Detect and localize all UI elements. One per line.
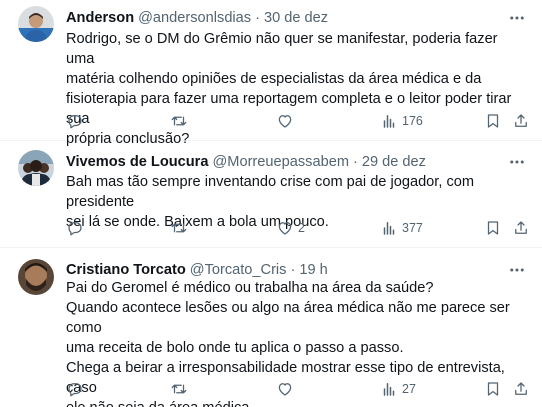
like-button[interactable]	[276, 379, 298, 399]
author-name[interactable]: Vivemos de Loucura	[66, 153, 208, 171]
tweet-text-line: Rodrigo, se o DM do Grêmio não quer se m…	[66, 31, 498, 67]
reply-button[interactable]	[66, 218, 88, 238]
bookmark-button[interactable]	[484, 379, 502, 399]
analytics-icon	[383, 222, 395, 235]
share-icon	[515, 221, 527, 234]
bookmark-button[interactable]	[484, 111, 502, 131]
reply-button[interactable]	[66, 111, 88, 131]
more-options-icon[interactable]	[506, 153, 528, 171]
bookmark-icon	[487, 114, 499, 128]
action-bar: 2 377	[66, 218, 530, 238]
retweet-icon	[171, 223, 187, 233]
timestamp[interactable]: 29 de dez	[362, 153, 426, 171]
views-button[interactable]: 377	[380, 218, 423, 238]
share-icon	[515, 114, 527, 127]
more-options-icon[interactable]	[506, 9, 528, 27]
share-button[interactable]	[512, 379, 530, 399]
like-button[interactable]: 2	[276, 218, 305, 238]
avatar[interactable]	[18, 150, 54, 186]
analytics-icon	[383, 383, 395, 396]
separator-dot: ·	[352, 154, 358, 170]
reply-tweet[interactable]: Cristiano Torcato @Torcato_Cris · 19 h P…	[0, 248, 542, 407]
action-bar: 176	[66, 111, 530, 131]
separator-dot: ·	[290, 262, 296, 278]
share-icon	[515, 382, 527, 395]
bookmark-icon	[487, 221, 499, 235]
separator-dot: ·	[255, 10, 260, 26]
analytics-icon	[383, 115, 395, 128]
tweet-text-line: matéria colhendo opiniões de especialist…	[66, 71, 482, 87]
author-name[interactable]: Cristiano Torcato	[66, 261, 186, 279]
tweet-text-line: Pai do Geromel é médico ou trabalha na á…	[66, 280, 434, 296]
heart-icon	[278, 383, 292, 396]
more-options-icon[interactable]	[506, 261, 528, 279]
author-name[interactable]: Anderson	[66, 9, 134, 27]
retweet-icon	[171, 384, 187, 394]
like-count: 2	[298, 221, 305, 235]
author-handle[interactable]: @Torcato_Cris	[190, 261, 287, 279]
reply-tweet[interactable]: Vivemos de Loucura @Morreuepassabem · 29…	[0, 141, 542, 248]
heart-icon	[278, 222, 292, 235]
reply-icon	[68, 115, 82, 129]
share-button[interactable]	[512, 218, 530, 238]
bookmark-button[interactable]	[484, 218, 502, 238]
reply-icon	[68, 383, 82, 397]
tweet-text-line: uma receita de bolo onde tu aplica o pas…	[66, 340, 404, 356]
timestamp[interactable]: 30 de dez	[264, 9, 328, 27]
retweet-button[interactable]	[170, 379, 192, 399]
bookmark-icon	[487, 382, 499, 396]
heart-icon	[278, 115, 292, 128]
tweet-text: Rodrigo, se o DM do Grêmio não quer se m…	[66, 29, 528, 149]
retweet-button[interactable]	[170, 111, 192, 131]
avatar[interactable]	[18, 6, 54, 42]
tweet-text-line: Quando acontece lesões ou algo na área m…	[66, 300, 510, 336]
timestamp[interactable]: 19 h	[299, 261, 327, 279]
share-button[interactable]	[512, 111, 530, 131]
views-button[interactable]: 27	[380, 379, 416, 399]
tweet-text-line: ele não seja da área médica.	[66, 398, 528, 407]
retweet-button[interactable]	[170, 218, 192, 238]
view-count: 27	[402, 382, 416, 396]
reply-button[interactable]	[66, 379, 88, 399]
author-handle[interactable]: @andersonlsdias	[138, 9, 251, 27]
views-button[interactable]: 176	[380, 111, 423, 131]
view-count: 176	[402, 114, 423, 128]
author-handle[interactable]: @Morreuepassabem	[212, 153, 349, 171]
reply-icon	[68, 222, 82, 236]
like-button[interactable]	[276, 111, 298, 131]
view-count: 377	[402, 221, 423, 235]
avatar[interactable]	[18, 259, 54, 295]
action-bar: 27	[66, 379, 530, 399]
tweet-text-line: Bah mas tão sempre inventando crise com …	[66, 174, 475, 210]
reply-tweet[interactable]: Anderson @andersonlsdias · 30 de dez Rod…	[0, 0, 542, 147]
retweet-icon	[171, 116, 187, 126]
